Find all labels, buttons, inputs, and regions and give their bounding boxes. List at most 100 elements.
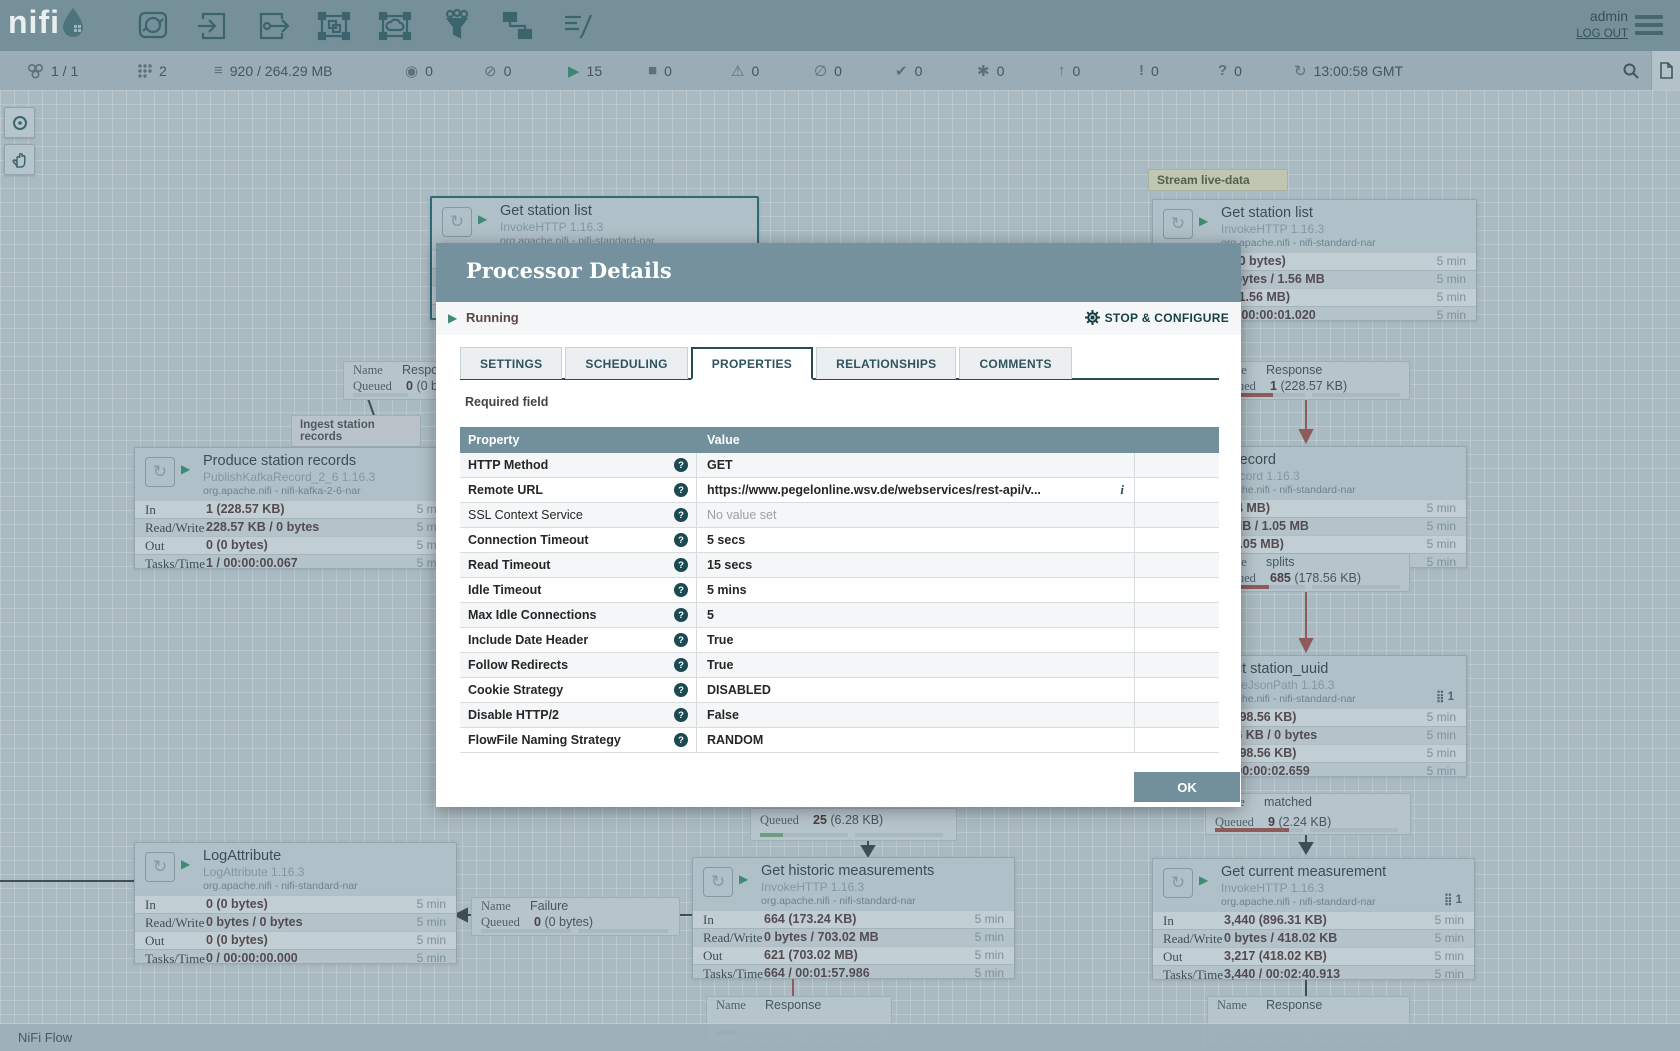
table-row[interactable]: Include Date Header?True: [460, 628, 1219, 653]
table-row[interactable]: Disable HTTP/2?False: [460, 703, 1219, 728]
processor-bundle: org.apache.nifi - nifi-standard-nar: [761, 895, 934, 907]
dialog-tabs: SETTINGS SCHEDULING PROPERTIES RELATIONS…: [460, 347, 1219, 380]
column-value: Value: [697, 427, 1135, 453]
queued-value: 685 (178.56 KB): [1270, 571, 1361, 585]
tab-settings[interactable]: SETTINGS: [460, 347, 562, 379]
connected-nodes-status: 1 / 1: [27, 51, 78, 90]
processor-type: PublishKafkaRecord_2_6 1.16.3: [203, 470, 375, 484]
processor-produce-station-records[interactable]: ↻▶ Produce station recordsPublishKafkaRe…: [134, 447, 457, 569]
output-port-icon[interactable]: [255, 9, 291, 43]
run-status-text: Running: [466, 310, 519, 325]
table-row[interactable]: Follow Redirects?True: [460, 653, 1219, 678]
help-icon[interactable]: ?: [674, 558, 688, 572]
processor-type: InvokeHTTP 1.16.3: [761, 880, 934, 894]
run-status-icon: ▶: [1199, 214, 1208, 228]
connection-queued-25[interactable]: Queued25 (6.28 KB): [750, 808, 957, 841]
processor-icon[interactable]: [135, 9, 171, 43]
global-menu-icon[interactable]: [1635, 15, 1663, 37]
status-bar: 1 / 1 2 ≡920 / 264.29 MB ◉0 ⊘0 ▶15 ■0 ⚠0…: [0, 51, 1680, 91]
asterisk-icon: ✱: [977, 62, 990, 80]
tab-scheduling[interactable]: SCHEDULING: [565, 347, 687, 379]
table-row[interactable]: Max Idle Connections?5: [460, 603, 1219, 628]
processor-log-attribute[interactable]: ↻▶ LogAttributeLogAttribute 1.16.3org.ap…: [134, 842, 457, 964]
help-icon[interactable]: ?: [674, 483, 688, 497]
nifi-drop-icon: [60, 5, 86, 39]
process-group-icon[interactable]: [316, 9, 352, 43]
running-icon: ▶: [448, 311, 457, 325]
top-navbar: nifi admin LOG OUT: [0, 0, 1680, 51]
help-icon[interactable]: ?: [674, 708, 688, 722]
refresh-status[interactable]: ↻ 13:00:58 GMT: [1294, 51, 1403, 90]
label-icon[interactable]: [560, 9, 596, 43]
active-threads-badge: ⣿ 1: [1444, 892, 1462, 906]
processor-type-icon: ↻: [703, 867, 733, 897]
input-port-icon[interactable]: [194, 9, 230, 43]
connection-name: splits: [1266, 555, 1294, 569]
dialog-status-strip: ▶ Running STOP & CONFIGURE: [436, 302, 1241, 335]
stop-and-configure-button[interactable]: STOP & CONFIGURE: [1085, 310, 1229, 325]
processor-type-icon: ↻: [145, 457, 175, 487]
connection-failure[interactable]: NameFailure Queued0 (0 bytes): [471, 897, 680, 936]
connection-name: Response: [765, 998, 821, 1012]
not-transmitting-icon: ⊘: [484, 62, 497, 80]
processor-bundle: org.apache.nifi - nifi-standard-nar: [1221, 237, 1376, 249]
up-to-date-status: ✔0: [895, 51, 922, 90]
refresh-time: 13:00:58 GMT: [1314, 63, 1404, 79]
help-icon[interactable]: ?: [674, 633, 688, 647]
remote-process-group-icon[interactable]: [377, 9, 413, 43]
queued-label: Queued: [481, 915, 520, 930]
exclamation-icon: !: [1139, 62, 1144, 79]
processor-get-historic-measurements[interactable]: ↻▶ Get historic measurementsInvokeHTTP 1…: [692, 857, 1015, 979]
refresh-icon[interactable]: ↻: [1294, 62, 1307, 80]
running-count: 15: [587, 63, 603, 79]
tab-properties[interactable]: PROPERTIES: [691, 347, 813, 380]
select-mode-button[interactable]: [4, 107, 35, 138]
search-button[interactable]: [1622, 51, 1640, 90]
breadcrumb-root[interactable]: NiFi Flow: [18, 1030, 72, 1045]
table-row[interactable]: SSL Context Service?No value set: [460, 503, 1219, 528]
table-row[interactable]: Cookie Strategy?DISABLED: [460, 678, 1219, 703]
processor-type: InvokeHTTP 1.16.3: [1221, 881, 1386, 895]
template-icon[interactable]: [499, 9, 535, 43]
stopped-count: 0: [664, 63, 672, 79]
logout-link[interactable]: LOG OUT: [1576, 28, 1628, 40]
tab-comments[interactable]: COMMENTS: [959, 347, 1071, 379]
ok-button[interactable]: OK: [1134, 772, 1240, 802]
stream-live-data-label[interactable]: Stream live-data: [1148, 169, 1288, 191]
pan-mode-button[interactable]: [4, 144, 35, 175]
funnel-icon[interactable]: [438, 9, 474, 43]
table-row[interactable]: Read Timeout?15 secs: [460, 553, 1219, 578]
processor-get-current-measurement[interactable]: ↻▶ Get current measurementInvokeHTTP 1.1…: [1152, 858, 1475, 980]
help-icon[interactable]: ?: [674, 683, 688, 697]
name-label: Name: [353, 363, 383, 378]
connection-name: matched: [1264, 795, 1312, 809]
ingest-station-records-label[interactable]: Ingest station records: [291, 415, 421, 447]
table-row[interactable]: Remote URL?https://www.pegelonline.wsv.d…: [460, 478, 1219, 503]
processor-type-icon: ↻: [145, 852, 175, 882]
help-icon[interactable]: ?: [674, 508, 688, 522]
tab-relationships[interactable]: RELATIONSHIPS: [816, 347, 956, 379]
info-icon[interactable]: i: [1120, 482, 1124, 498]
threads-icon: [137, 63, 152, 78]
name-label: Name: [716, 998, 746, 1013]
modified-stale-status: !0: [1139, 51, 1159, 90]
help-icon[interactable]: ?: [674, 533, 688, 547]
up-to-date-count: 0: [915, 63, 923, 79]
table-row[interactable]: FlowFile Naming Strategy?RANDOM: [460, 728, 1219, 753]
help-icon[interactable]: ?: [674, 733, 688, 747]
table-row[interactable]: HTTP Method?GET: [460, 453, 1219, 478]
help-icon[interactable]: ?: [674, 608, 688, 622]
table-row[interactable]: Connection Timeout?5 secs: [460, 528, 1219, 553]
table-row[interactable]: Idle Timeout?5 mins: [460, 578, 1219, 603]
breadcrumb-bar: NiFi Flow: [0, 1023, 1680, 1051]
running-icon: ▶: [568, 62, 580, 80]
run-status-icon: ▶: [739, 872, 748, 886]
help-icon[interactable]: ?: [674, 583, 688, 597]
processor-title: Get station list: [1221, 205, 1376, 221]
question-icon: ?: [1218, 62, 1227, 79]
queued-label: Queued: [353, 379, 392, 394]
birdseye-toggle-button[interactable]: [1651, 51, 1680, 90]
processor-title: Get station list: [500, 203, 655, 219]
help-icon[interactable]: ?: [674, 658, 688, 672]
help-icon[interactable]: ?: [674, 458, 688, 472]
